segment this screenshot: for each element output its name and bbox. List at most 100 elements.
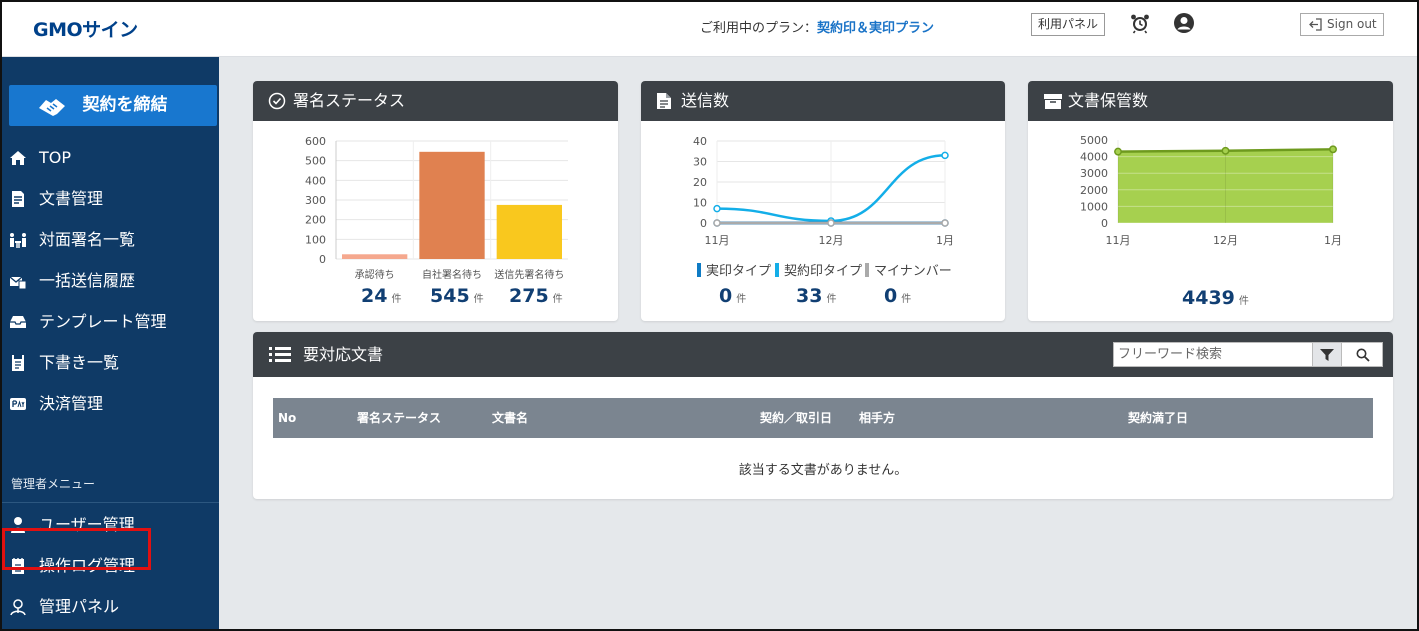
archive-box-icon xyxy=(1044,94,1062,109)
x-tick-label: 1月 xyxy=(936,234,954,247)
column-header-counterparty[interactable]: 相手方 xyxy=(859,398,895,438)
card-title: 要対応文書 xyxy=(303,345,384,364)
usage-panel-button[interactable]: 利用パネル xyxy=(1031,13,1106,36)
data-point xyxy=(1329,145,1337,154)
legend-item: マイナンバー xyxy=(865,260,952,279)
y-tick-label: 600 xyxy=(305,135,326,148)
count-value: 545 xyxy=(430,285,470,307)
conclude-contract-button[interactable]: 契約を締結 xyxy=(9,85,217,126)
y-tick-label: 20 xyxy=(693,176,707,189)
empty-table-message: 該当する文書がありません。 xyxy=(738,463,908,478)
sign-out-button[interactable]: Sign out xyxy=(1300,13,1384,36)
x-tick-label: 11月 xyxy=(1106,234,1131,247)
x-tick-label: 承認待ち xyxy=(355,268,395,281)
sent-total-0: 0件 xyxy=(719,285,746,307)
sidebar-item-label: 決済管理 xyxy=(39,394,104,413)
action-required-card: 要対応文書 No 署名ステータス 文書名 契約／取引日 相手方 契約満了日 該当… xyxy=(253,332,1393,499)
column-header-expiry-date[interactable]: 契約満了日 xyxy=(1128,398,1188,438)
filter-icon xyxy=(1320,349,1334,361)
pay-icon xyxy=(10,398,26,410)
legend-swatch xyxy=(865,263,869,277)
status-count-0: 24 件 xyxy=(361,285,401,307)
admin-divider xyxy=(0,502,219,503)
check-circle-icon xyxy=(268,92,286,110)
y-tick-label: 40 xyxy=(693,135,707,148)
column-header-status[interactable]: 署名ステータス xyxy=(357,398,441,438)
filter-button[interactable] xyxy=(1312,342,1342,367)
sidebar-item-label: 対面署名一覧 xyxy=(39,230,136,249)
count-value: 0 xyxy=(719,285,733,307)
x-tick-label: 自社署名待ち xyxy=(422,268,482,281)
x-tick-label: 1月 xyxy=(1324,234,1342,247)
legend-swatch xyxy=(697,263,701,277)
column-header-document-name[interactable]: 文書名 xyxy=(492,398,528,438)
y-tick-label: 300 xyxy=(305,194,326,207)
count-value: 24 xyxy=(361,285,388,307)
count-value: 275 xyxy=(509,285,549,307)
legend-label: 契約印タイプ xyxy=(784,264,863,279)
column-header-contract-date[interactable]: 契約／取引日 xyxy=(760,398,832,438)
data-point xyxy=(941,151,949,160)
sidebar-item-label: テンプレート管理 xyxy=(39,312,167,331)
account-icon[interactable] xyxy=(1173,12,1195,34)
y-tick-label: 3000 xyxy=(1080,167,1108,180)
sent-total-1: 33 件 xyxy=(796,285,836,307)
count-unit: 件 xyxy=(901,294,912,305)
storage-count-card: 文書保管数 0 1000 2000 3000 4000 5000 11月 12月 1月 4439… xyxy=(1028,81,1393,321)
column-header-no[interactable]: No xyxy=(278,398,296,438)
legend-item: 実印タイプ xyxy=(697,260,771,279)
alarm-clock-icon[interactable] xyxy=(1129,12,1151,34)
storage-total-unit: 件 xyxy=(1238,296,1249,307)
free-word-search-input[interactable] xyxy=(1113,342,1313,367)
storage-count-chart: 0 1000 2000 3000 4000 5000 11月 12月 1月 xyxy=(1080,134,1342,247)
plan-prefix: ご利用中のプラン： xyxy=(700,21,818,36)
bulk-send-icon xyxy=(9,276,27,290)
current-plan: ご利用中のプラン：契約印＆実印プラン xyxy=(700,17,934,36)
y-tick-label: 10 xyxy=(693,197,707,210)
legend-swatch xyxy=(775,263,779,277)
sidebar-item-bulk-send[interactable]: 一括送信履歴 xyxy=(0,260,219,301)
card-title: 署名ステータス xyxy=(293,91,406,110)
y-tick-label: 30 xyxy=(693,156,707,169)
storage-count-header: 文書保管数 xyxy=(1028,81,1393,121)
top-header: GMOサイン ご利用中のプラン：契約印＆実印プラン 利用パネル Sign out xyxy=(0,0,1419,57)
x-tick-label: 12月 xyxy=(1213,234,1238,247)
sidebar-item-templates[interactable]: テンプレート管理 xyxy=(0,301,219,342)
count-unit: 件 xyxy=(473,294,484,305)
count-unit: 件 xyxy=(826,294,837,305)
sidebar-item-top[interactable]: TOP xyxy=(0,137,219,178)
draft-icon xyxy=(12,355,24,371)
sidebar-item-label: 文書管理 xyxy=(39,189,104,208)
plan-name: 契約印＆実印プラン xyxy=(817,21,935,36)
sent-count-header: 送信数 xyxy=(641,81,1005,121)
sidebar-item-payments[interactable]: 決済管理 xyxy=(0,383,219,424)
count-unit: 件 xyxy=(391,294,402,305)
gmo-sign-logo[interactable]: GMOサイン xyxy=(33,15,138,42)
admin-panel-highlight xyxy=(2,528,151,570)
sidebar-item-face-to-face[interactable]: 対面署名一覧 xyxy=(0,219,219,260)
y-tick-label: 0 xyxy=(319,253,326,266)
count-value: 33 xyxy=(796,285,823,307)
bar xyxy=(419,151,485,259)
search-button[interactable] xyxy=(1341,342,1383,367)
data-point xyxy=(1221,146,1230,155)
documents-table-header: No 署名ステータス 文書名 契約／取引日 相手方 契約満了日 xyxy=(273,398,1373,438)
handshake-icon xyxy=(39,99,65,116)
y-tick-label: 5000 xyxy=(1080,134,1108,147)
sidebar-item-label: 下書き一覧 xyxy=(39,353,120,372)
signature-status-card: 署名ステータス 0 100 200 300 400 500 600 承認待ち 自社署名待ち 送信先… xyxy=(253,81,618,321)
sign-out-icon xyxy=(1309,18,1322,31)
sidebar-item-documents[interactable]: 文書管理 xyxy=(0,178,219,219)
y-tick-label: 500 xyxy=(305,155,326,168)
y-tick-label: 2000 xyxy=(1080,184,1108,197)
sidebar-item-label: 管理パネル xyxy=(39,597,120,616)
data-point xyxy=(1114,147,1122,156)
x-tick-label: 11月 xyxy=(705,234,730,247)
sent-count-card: 送信数 0 10 20 30 40 11月 12月 1月 実印タイプ 契約印タイプ マイナンバー … xyxy=(641,81,1005,321)
sidebar-item-drafts[interactable]: 下書き一覧 xyxy=(0,342,219,383)
legend-label: 実印タイプ xyxy=(706,264,772,279)
data-point xyxy=(941,219,949,227)
sign-out-label: Sign out xyxy=(1327,17,1377,31)
sidebar-item-admin-panel[interactable]: 管理パネル xyxy=(0,586,219,627)
sent-total-2: 0件 xyxy=(884,285,911,307)
